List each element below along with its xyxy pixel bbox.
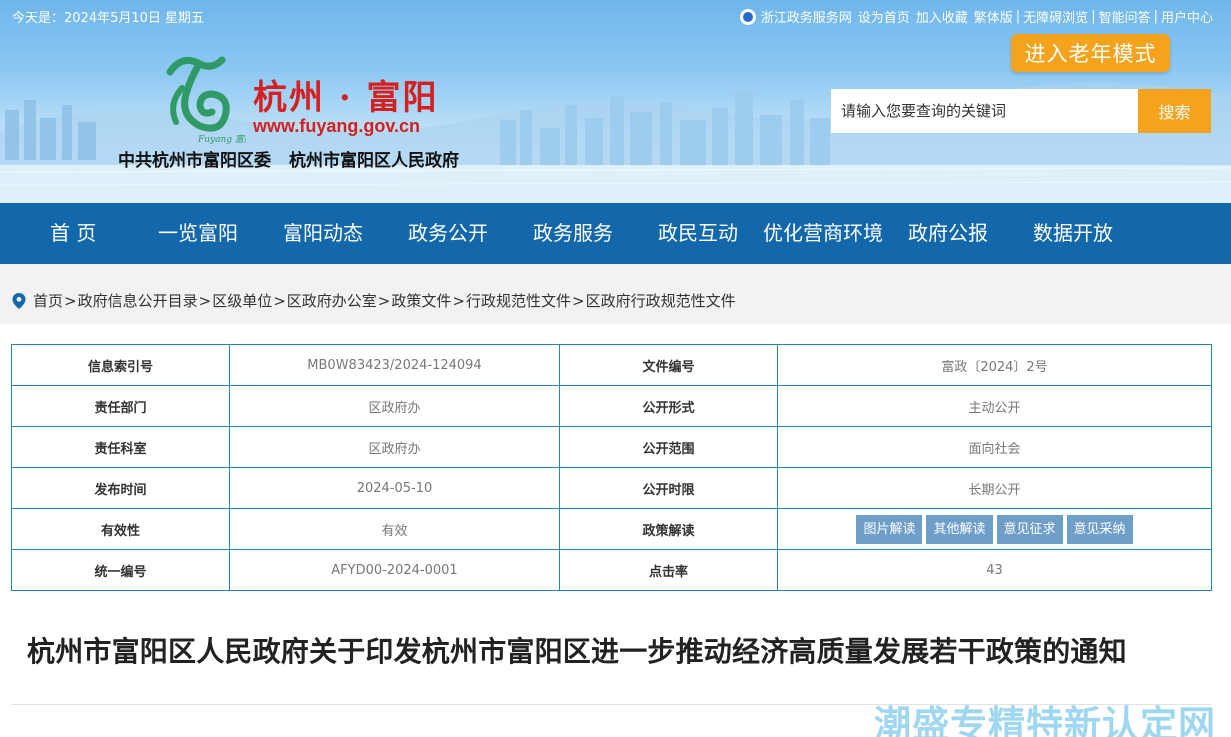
info-label: 责任科室 — [11, 426, 230, 468]
crumb-policy-docs[interactable]: 政策文件 — [391, 290, 451, 311]
info-label: 点击率 — [559, 549, 778, 591]
link-add-favorite[interactable]: 加入收藏 — [916, 7, 968, 26]
nav-home[interactable]: 首 页 — [50, 203, 96, 264]
site-title: 杭州 · 富阳 — [253, 78, 439, 118]
site-organizations: 中共杭州市富阳区委 杭州市富阳区人民政府 — [118, 146, 459, 171]
zhejiang-gov-icon — [739, 8, 756, 25]
fuyang-logo-icon[interactable]: Fuyang 富阳 — [160, 50, 246, 146]
link-accessibility[interactable]: 无障碍浏览 — [1023, 7, 1088, 26]
search-box: 搜索 — [831, 89, 1211, 133]
crumb-district-office[interactable]: 区政府办公室 — [287, 290, 377, 311]
search-input[interactable] — [831, 89, 1138, 133]
nav-overview[interactable]: 一览富阳 — [158, 203, 238, 264]
link-smart-qa[interactable]: 智能问答 — [1099, 7, 1151, 26]
top-bar: 今天是：2024年5月10日 星期五 浙江政务服务网 设为首页 加入收藏 繁体版… — [0, 0, 1231, 30]
tag-image-interpretation[interactable]: 图片解读 — [856, 514, 923, 544]
info-label: 公开范围 — [559, 426, 778, 468]
nav-news[interactable]: 富阳动态 — [283, 203, 363, 264]
info-value: MB0W83423/2024-124094 — [229, 344, 560, 386]
elder-mode-button[interactable]: 进入老年模式 — [1011, 34, 1170, 72]
info-label: 有效性 — [11, 508, 230, 550]
info-label: 发布时间 — [11, 467, 230, 509]
location-pin-icon — [12, 292, 26, 309]
link-user-center[interactable]: 用户中心 — [1161, 7, 1213, 26]
info-label: 政策解读 — [559, 508, 778, 550]
page: 今天是：2024年5月10日 星期五 浙江政务服务网 设为首页 加入收藏 繁体版… — [0, 0, 1231, 737]
table-row: 信息索引号 MB0W83423/2024-124094 文件编号 富政〔2024… — [11, 344, 1212, 386]
table-row: 责任部门 区政府办 公开形式 主动公开 — [11, 385, 1212, 427]
table-row: 责任科室 区政府办 公开范围 面向社会 — [11, 426, 1212, 468]
top-links: 浙江政务服务网 设为首页 加入收藏 繁体版 | 无障碍浏览 | 智能问答 | 用… — [739, 7, 1213, 26]
info-label: 公开形式 — [559, 385, 778, 427]
info-value: 面向社会 — [777, 426, 1212, 468]
nav-gov-gazette[interactable]: 政府公报 — [908, 203, 988, 264]
document-title: 杭州市富阳区人民政府关于印发杭州市富阳区进一步推动经济高质量发展若干政策的通知 — [27, 635, 1127, 668]
info-value: 2024-05-10 — [229, 467, 560, 509]
info-value: 区政府办 — [229, 426, 560, 468]
crumb-district-normative-docs[interactable]: 区政府行政规范性文件 — [586, 290, 736, 311]
document-info-table: 信息索引号 MB0W83423/2024-124094 文件编号 富政〔2024… — [11, 344, 1212, 591]
policy-interpretation-tags: 图片解读 其他解读 意见征求 意见采纳 — [777, 508, 1212, 550]
org-party: 中共杭州市富阳区委 — [118, 151, 271, 171]
main-nav: 首 页 一览富阳 富阳动态 政务公开 政务服务 政民互动 优化营商环境 政府公报… — [0, 203, 1231, 264]
nav-gov-services[interactable]: 政务服务 — [533, 203, 613, 264]
info-label: 责任部门 — [11, 385, 230, 427]
info-label: 统一编号 — [11, 549, 230, 591]
nav-gov-affairs-open[interactable]: 政务公开 — [408, 203, 488, 264]
nav-business-environment[interactable]: 优化营商环境 — [763, 203, 883, 264]
table-row: 有效性 有效 政策解读 图片解读 其他解读 意见征求 意见采纳 — [11, 508, 1212, 550]
nav-interaction[interactable]: 政民互动 — [658, 203, 738, 264]
info-label: 信息索引号 — [11, 344, 230, 386]
watermark-text: 潮盛专精特新认定网 — [874, 703, 1216, 737]
search-button[interactable]: 搜索 — [1138, 89, 1211, 133]
info-value: AFYD00-2024-0001 — [229, 549, 560, 591]
link-traditional-chinese[interactable]: 繁体版 — [974, 7, 1013, 26]
link-set-homepage[interactable]: 设为首页 — [858, 7, 910, 26]
info-value: 有效 — [229, 508, 560, 550]
nav-open-data[interactable]: 数据开放 — [1033, 203, 1113, 264]
crumb-home[interactable]: 首页 — [33, 290, 63, 311]
tag-opinion-adoption[interactable]: 意见采纳 — [1066, 514, 1133, 544]
site-url: www.fuyang.gov.cn — [253, 116, 421, 136]
table-row: 统一编号 AFYD00-2024-0001 点击率 43 — [11, 549, 1212, 591]
org-gov: 杭州市富阳区人民政府 — [289, 151, 459, 171]
info-value: 43 — [777, 549, 1212, 591]
tag-opinion-solicitation[interactable]: 意见征求 — [996, 514, 1063, 544]
table-row: 发布时间 2024-05-10 公开时限 长期公开 — [11, 467, 1212, 509]
svg-text:Fuyang 富阳: Fuyang 富阳 — [197, 134, 246, 145]
breadcrumb: 首页 > 政府信息公开目录 > 区级单位 > 区政府办公室 > 政策文件 > 行政规范性文… — [12, 290, 736, 311]
info-value: 富政〔2024〕2号 — [777, 344, 1212, 386]
info-value: 长期公开 — [777, 467, 1212, 509]
info-value: 主动公开 — [777, 385, 1212, 427]
crumb-normative-docs[interactable]: 行政规范性文件 — [466, 290, 571, 311]
breadcrumb-bar: 首页 > 政府信息公开目录 > 区级单位 > 区政府办公室 > 政策文件 > 行政规范性文… — [0, 264, 1231, 324]
link-zhejiang-service[interactable]: 浙江政务服务网 — [761, 7, 852, 26]
crumb-info-catalog[interactable]: 政府信息公开目录 — [78, 290, 198, 311]
header-banner: 今天是：2024年5月10日 星期五 浙江政务服务网 设为首页 加入收藏 繁体版… — [0, 0, 1231, 203]
info-value: 区政府办 — [229, 385, 560, 427]
info-label: 文件编号 — [559, 344, 778, 386]
tag-other-interpretation[interactable]: 其他解读 — [926, 514, 993, 544]
current-date: 今天是：2024年5月10日 星期五 — [12, 11, 205, 26]
crumb-district-units[interactable]: 区级单位 — [212, 290, 272, 311]
info-label: 公开时限 — [559, 467, 778, 509]
